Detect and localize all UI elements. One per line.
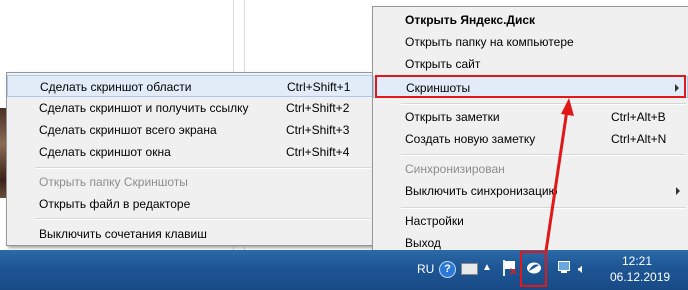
annotation-arrow (544, 98, 574, 252)
